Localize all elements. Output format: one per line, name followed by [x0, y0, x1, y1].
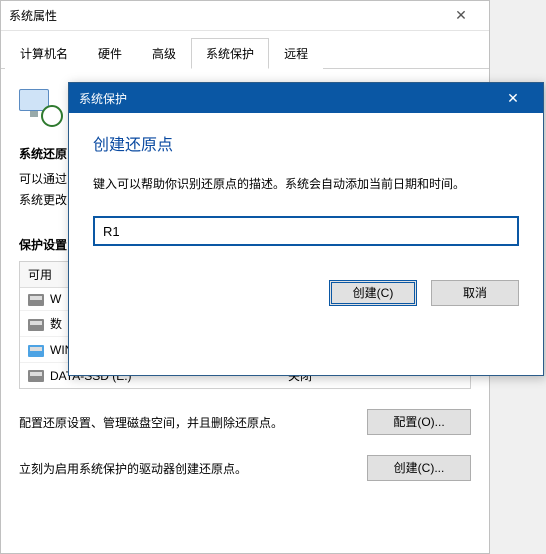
dialog-body: 创建还原点 键入可以帮助你识别还原点的描述。系统会自动添加当前日期和时间。 创建… — [69, 113, 543, 322]
create-row: 立刻为启用系统保护的驱动器创建还原点。 创建(C)... — [19, 455, 471, 481]
configure-button[interactable]: 配置(O)... — [367, 409, 471, 435]
create-text: 立刻为启用系统保护的驱动器创建还原点。 — [19, 460, 355, 477]
configure-text: 配置还原设置、管理磁盘空间，并且删除还原点。 — [19, 414, 355, 431]
tab-remote[interactable]: 远程 — [269, 38, 323, 69]
system-restore-icon — [19, 83, 63, 127]
main-titlebar: 系统属性 ✕ — [1, 1, 489, 31]
tab-advanced[interactable]: 高级 — [137, 38, 191, 69]
dialog-heading: 创建还原点 — [93, 131, 519, 155]
create-restore-point-dialog: 系统保护 ✕ 创建还原点 键入可以帮助你识别还原点的描述。系统会自动添加当前日期… — [68, 82, 544, 376]
drive-icon — [28, 370, 44, 382]
close-icon[interactable]: ✕ — [441, 7, 481, 24]
tab-computer-name[interactable]: 计算机名 — [5, 38, 83, 69]
close-icon[interactable]: ✕ — [493, 90, 533, 107]
configure-row: 配置还原设置、管理磁盘空间，并且删除还原点。 配置(O)... — [19, 409, 471, 435]
dialog-button-row: 创建(C) 取消 — [93, 280, 519, 306]
tab-strip: 计算机名 硬件 高级 系统保护 远程 — [1, 33, 489, 69]
tab-hardware[interactable]: 硬件 — [83, 38, 137, 69]
dialog-titlebar: 系统保护 ✕ — [69, 83, 543, 113]
drive-icon — [28, 319, 44, 331]
dialog-title: 系统保护 — [79, 90, 493, 107]
drive-name: 数 — [50, 317, 62, 331]
drive-icon — [28, 345, 44, 357]
drive-name: W — [50, 292, 61, 306]
dialog-description: 键入可以帮助你识别还原点的描述。系统会自动添加当前日期和时间。 — [93, 175, 519, 192]
tab-system-protection[interactable]: 系统保护 — [191, 38, 269, 69]
dialog-create-button[interactable]: 创建(C) — [329, 280, 417, 306]
main-window-title: 系统属性 — [9, 7, 441, 24]
drive-icon — [28, 294, 44, 306]
create-button[interactable]: 创建(C)... — [367, 455, 471, 481]
dialog-cancel-button[interactable]: 取消 — [431, 280, 519, 306]
restore-point-name-input[interactable] — [93, 216, 519, 246]
